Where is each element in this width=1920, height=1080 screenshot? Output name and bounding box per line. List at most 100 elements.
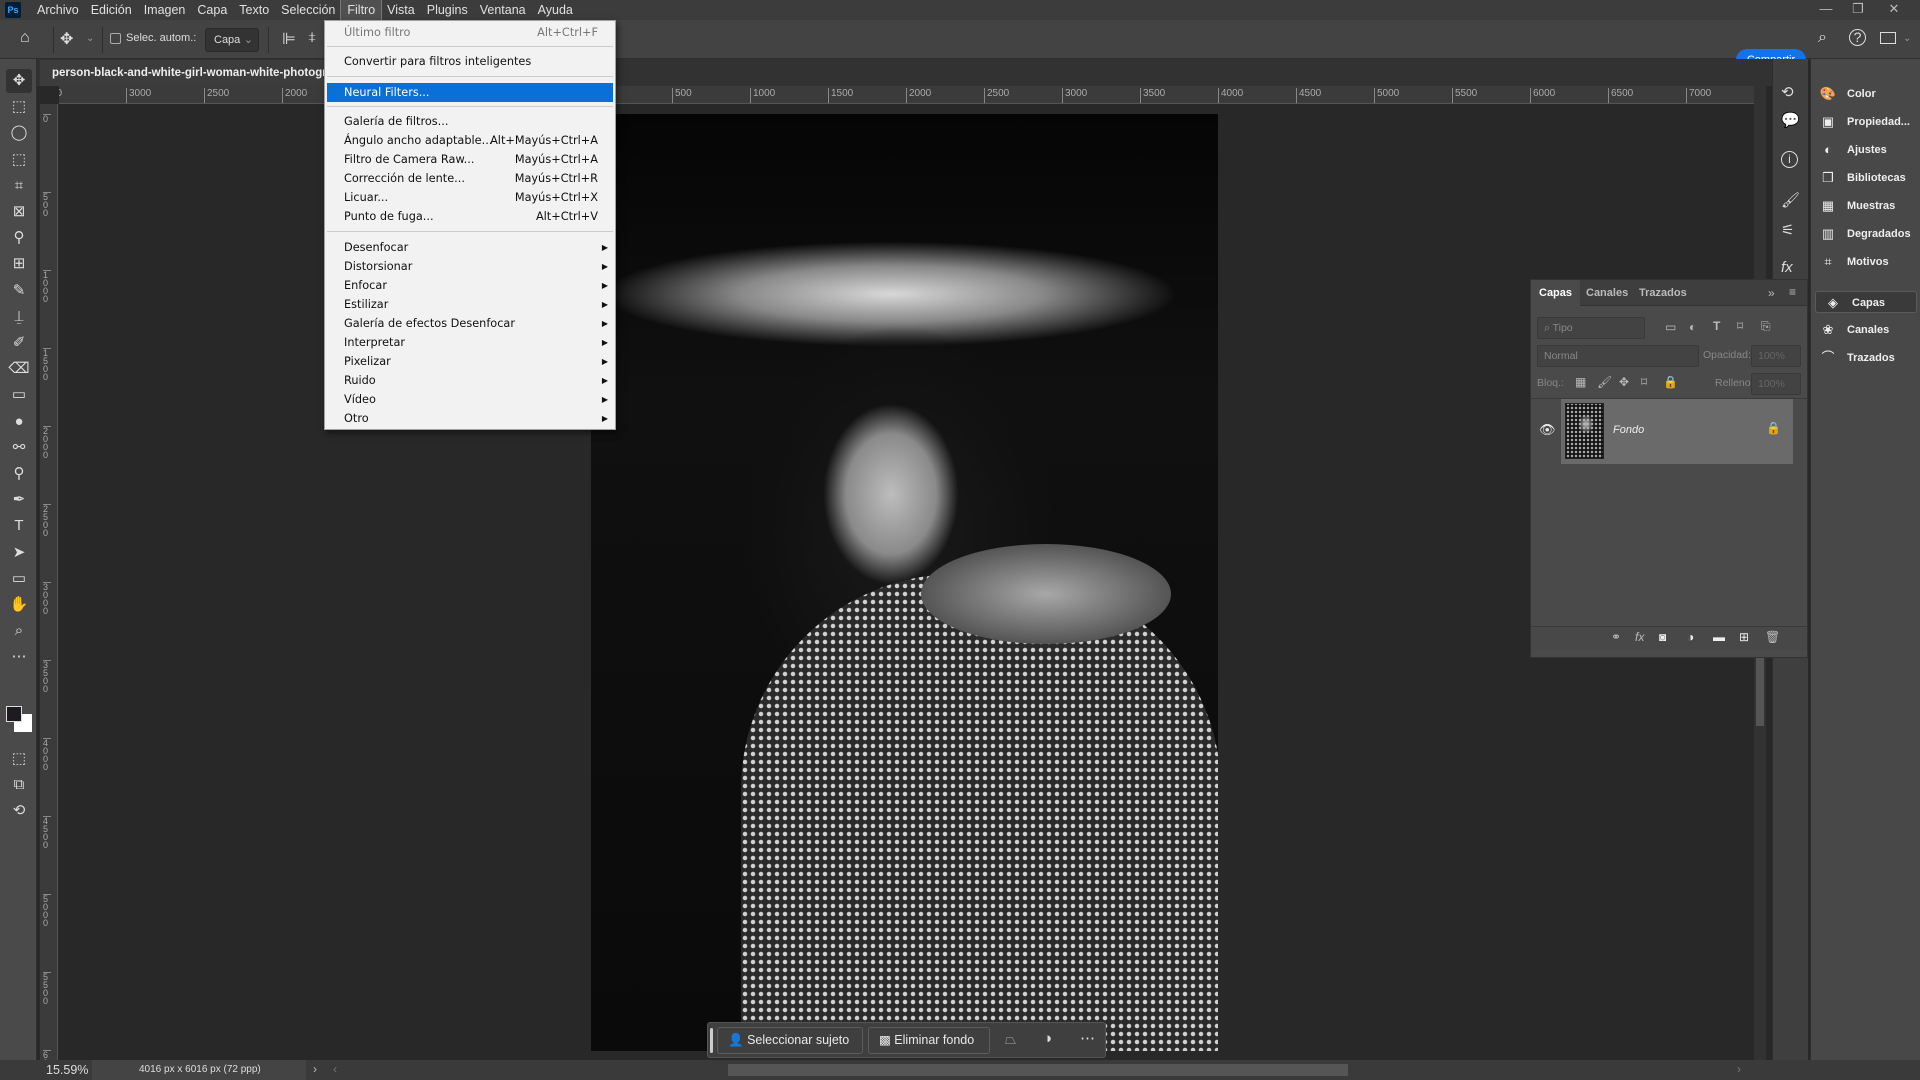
filter-menu-item[interactable]: Desenfocar ▶ <box>325 238 615 257</box>
target-dropdown[interactable]: Capa ⌄ <box>205 28 259 52</box>
remove-background-button[interactable]: ▩ Eliminar fondo <box>868 1027 990 1054</box>
type-tool-icon[interactable]: T <box>6 514 32 538</box>
lock-image-icon[interactable]: 🖌 <box>1597 375 1612 389</box>
new-adjustment-layer-icon[interactable]: ◑ <box>1687 630 1694 644</box>
filter-menu-item[interactable]: Otro ▶ <box>325 409 615 428</box>
close-button[interactable]: ✕ <box>1876 0 1912 18</box>
gradient-tool-icon[interactable]: ▭ <box>6 383 32 407</box>
info-expand-chevron[interactable]: › <box>313 1062 317 1076</box>
marquee-tool-icon[interactable]: ⬚ <box>6 95 32 119</box>
select-subject-button[interactable]: 👤 Seleccionar sujeto <box>717 1027 863 1054</box>
lock-transparent-icon[interactable]: ▦ <box>1575 375 1586 389</box>
layer-row[interactable]: Fondo 🔒 <box>1561 399 1793 464</box>
share-image-icon[interactable]: ⟲ <box>6 799 32 823</box>
filter-menu-item[interactable]: Galería de efectos Desenfocar ▶ <box>325 314 615 333</box>
menu-ayuda[interactable]: Ayuda <box>532 0 579 20</box>
panel-color[interactable]: 🎨 Color <box>1811 83 1919 105</box>
more-options-icon[interactable]: ⋯ <box>1080 1029 1095 1047</box>
panel-motivos[interactable]: ⌗ Motivos <box>1811 251 1919 273</box>
panel-degradados[interactable]: ▥ Degradados <box>1811 223 1919 245</box>
menu-ventana[interactable]: Ventana <box>474 0 532 20</box>
menu-edición[interactable]: Edición <box>85 0 138 20</box>
canvas-image[interactable] <box>591 114 1218 1051</box>
layer-name[interactable]: Fondo <box>1613 424 1644 436</box>
restore-button[interactable]: ❐ <box>1840 0 1876 18</box>
filter-menu-item[interactable]: Licuar... Mayús+Ctrl+X <box>325 188 615 207</box>
panel-bibliotecas[interactable]: ❒ Bibliotecas <box>1811 167 1919 189</box>
sponge-tool-icon[interactable]: ⚲ <box>6 462 32 486</box>
new-layer-icon[interactable]: ⊞ <box>1739 630 1749 644</box>
adjustment-icon[interactable]: ◑ <box>1043 1030 1052 1047</box>
filter-smart-object-icon[interactable]: ⎘ <box>1761 319 1771 334</box>
blur-tool-icon[interactable]: ● <box>6 410 32 434</box>
path-select-tool-icon[interactable]: ➤ <box>6 541 32 565</box>
object-select-tool-icon[interactable]: ⬚ <box>6 148 32 172</box>
stamp-tool-icon[interactable]: ⍊ <box>6 305 32 329</box>
filter-shape-icon[interactable]: ⌑ <box>1737 319 1743 333</box>
align-center-icon[interactable]: ⧧ <box>308 29 316 47</box>
add-mask-icon[interactable]: ◙ <box>1659 630 1666 644</box>
blend-mode-dropdown[interactable]: Normal <box>1537 345 1699 367</box>
scroll-right-icon[interactable]: › <box>1737 1062 1741 1076</box>
panel-trazados[interactable]: ⌒ Trazados <box>1811 347 1919 369</box>
lock-artboard-icon[interactable]: ⌑ <box>1641 375 1647 389</box>
frame-tool-icon[interactable]: ⊠ <box>6 200 32 224</box>
search-icon[interactable]: ⌕ <box>1818 29 1827 47</box>
menu-filtro[interactable]: Filtro <box>340 0 383 21</box>
menu-archivo[interactable]: Archivo <box>31 0 85 20</box>
help-icon[interactable]: ? <box>1849 29 1866 46</box>
workspace-icon[interactable] <box>1880 32 1896 44</box>
history-brush-tool-icon[interactable]: ✐ <box>6 331 32 355</box>
delete-layer-icon[interactable]: 🗑 <box>1765 630 1780 644</box>
document-tab[interactable]: person-black-and-white-girl-woman-white-… <box>40 60 330 86</box>
move-tool-icon[interactable]: ✥ <box>60 29 73 49</box>
visibility-eye-icon[interactable]: 👁 <box>1539 422 1556 438</box>
filter-menu-item[interactable]: Ángulo ancho adaptable... Alt+Mayús+Ctrl+… <box>325 131 615 150</box>
panel-muestras[interactable]: ▦ Muestras <box>1811 195 1919 217</box>
filter-menu-item[interactable]: Neural Filters... <box>327 83 613 102</box>
menu-selección[interactable]: Selección <box>275 0 341 20</box>
opacity-input[interactable]: 100% <box>1751 345 1801 367</box>
filter-menu-item[interactable]: Ruido ▶ <box>325 371 615 390</box>
filter-menu-item[interactable]: Vídeo ▶ <box>325 390 615 409</box>
hand-tool-icon[interactable]: ✋ <box>6 593 32 617</box>
drag-handle[interactable] <box>710 1028 713 1053</box>
tool-presets-icon[interactable]: ⚟ <box>1781 221 1794 239</box>
more-tools-icon[interactable]: ⋯ <box>6 645 32 669</box>
info-icon[interactable]: i <box>1781 151 1798 168</box>
filter-menu-item[interactable]: Pixelizar ▶ <box>325 352 615 371</box>
filter-menu-item[interactable]: Convertir para filtros inteligentes <box>325 52 615 71</box>
dodge-tool-icon[interactable]: ⚯ <box>6 436 32 460</box>
move-tool-icon[interactable]: ✥ <box>6 69 32 93</box>
lock-position-icon[interactable]: ✥ <box>1619 375 1629 389</box>
comments-icon[interactable]: 💬 <box>1781 111 1800 129</box>
link-layers-icon[interactable]: ⚭ <box>1611 630 1621 644</box>
tab-layers[interactable]: Capas <box>1531 280 1581 306</box>
menu-vista[interactable]: Vista <box>381 0 421 20</box>
layer-filter-input[interactable]: ⌕ Tipo <box>1537 317 1645 339</box>
auto-select-checkbox[interactable] <box>110 33 121 44</box>
brush-tool-icon[interactable]: ✎ <box>6 279 32 303</box>
minimize-button[interactable]: — <box>1808 0 1844 18</box>
brush-settings-icon[interactable]: 🖌 <box>1781 191 1800 209</box>
screen-mode-icon[interactable]: ⧉ <box>6 773 32 797</box>
panel-ajustes[interactable]: ◐ Ajustes <box>1811 139 1919 161</box>
transform-icon[interactable]: ⏢ <box>1005 1031 1016 1048</box>
filter-menu-item[interactable]: Galería de filtros... <box>325 112 615 131</box>
filter-menu-item[interactable]: Estilizar ▶ <box>325 295 615 314</box>
new-group-icon[interactable]: ▬ <box>1713 630 1725 644</box>
filter-menu-item[interactable]: Distorsionar ▶ <box>325 257 615 276</box>
filter-menu-item[interactable]: Corrección de lente... Mayús+Ctrl+R <box>325 169 615 188</box>
menu-texto[interactable]: Texto <box>233 0 275 20</box>
collapse-panel-icon[interactable]: » <box>1768 286 1775 300</box>
panel-capas[interactable]: ◈ Capas <box>1815 291 1917 313</box>
chevron-down-icon[interactable]: ⌄ <box>86 33 94 44</box>
pen-tool-icon[interactable]: ✒ <box>6 488 32 512</box>
styles-icon[interactable]: fx <box>1781 259 1793 276</box>
align-left-icon[interactable]: ⊫ <box>282 29 296 49</box>
menu-imagen[interactable]: Imagen <box>138 0 192 20</box>
rectangle-tool-icon[interactable]: ▭ <box>6 567 32 591</box>
eyedropper-tool-icon[interactable]: ⚲ <box>6 226 32 250</box>
tab-paths[interactable]: Trazados <box>1631 280 1695 306</box>
filter-pixel-icon[interactable]: ▭ <box>1665 320 1676 334</box>
